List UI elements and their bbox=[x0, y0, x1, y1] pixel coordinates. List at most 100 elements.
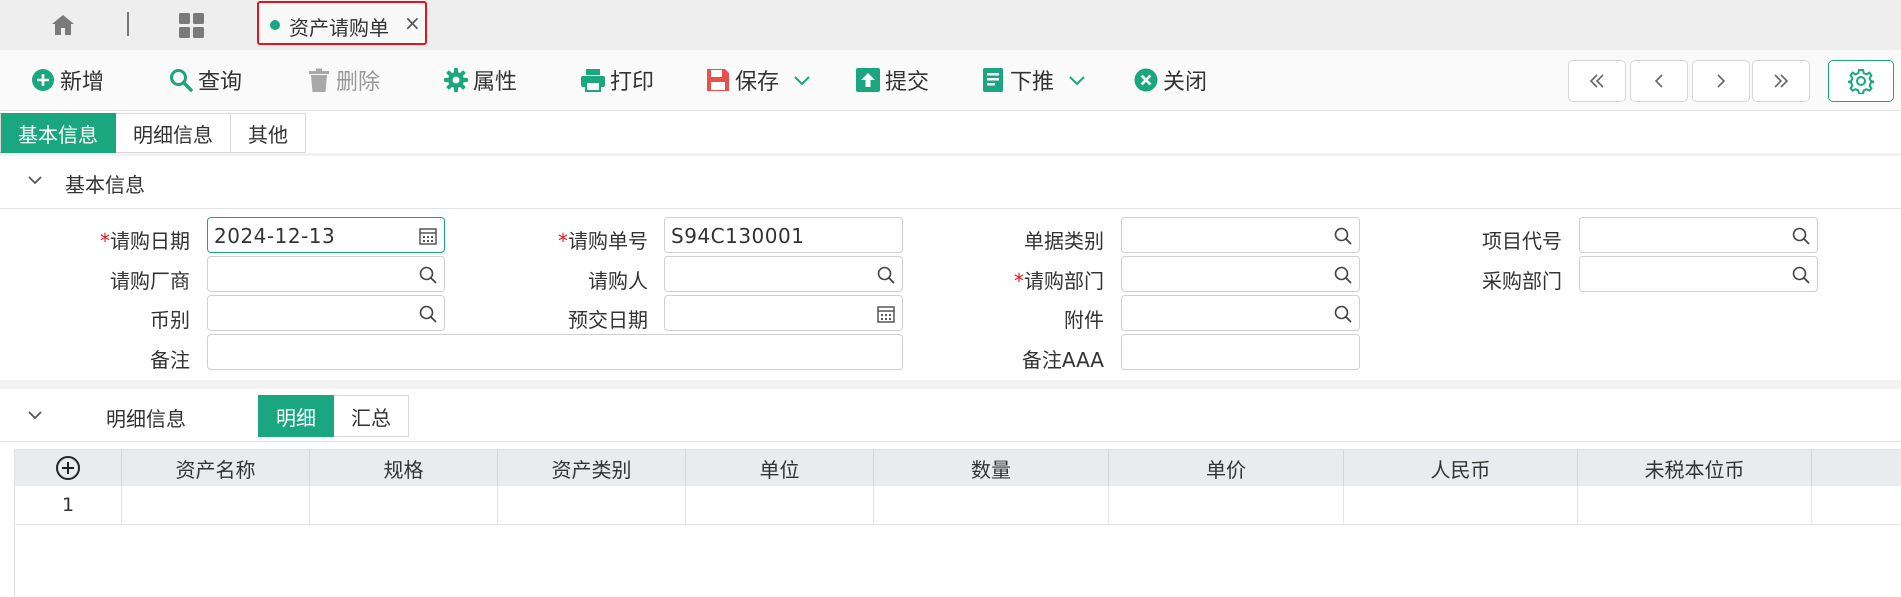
basic-info-divider bbox=[0, 208, 1901, 209]
request-no-value: S94C130001 bbox=[671, 224, 805, 248]
remark-field[interactable] bbox=[207, 334, 903, 370]
search-icon[interactable] bbox=[876, 265, 896, 285]
purchase-dept-label: 采购部门 bbox=[1482, 269, 1562, 293]
close-circle-icon bbox=[1133, 67, 1159, 93]
query-button[interactable]: 查询 bbox=[168, 64, 242, 96]
remark-aaa-field[interactable] bbox=[1121, 334, 1360, 370]
tab-detail[interactable]: 明细 bbox=[258, 395, 334, 437]
detail-sub-tabs: 明细 汇总 bbox=[258, 395, 409, 437]
column-header[interactable]: 人民币 bbox=[1344, 450, 1578, 486]
request-date-field[interactable]: 2024-12-13 bbox=[207, 217, 445, 253]
previous-icon bbox=[1654, 74, 1663, 88]
save-dropdown-chevron-icon[interactable] bbox=[793, 74, 811, 86]
attachment-field[interactable] bbox=[1121, 295, 1360, 331]
tab-close-icon[interactable]: × bbox=[404, 12, 421, 34]
cell-asset-name[interactable] bbox=[122, 486, 310, 524]
top-tab-bar: 资产请购单 × bbox=[0, 0, 1901, 50]
trash-icon bbox=[306, 67, 332, 93]
settings-icon bbox=[1848, 69, 1874, 94]
search-icon[interactable] bbox=[418, 265, 438, 285]
tab-asset-purchase-request[interactable]: 资产请购单 × bbox=[257, 1, 427, 45]
search-icon[interactable] bbox=[1791, 265, 1811, 285]
section-tabs: 基本信息 明细信息 其他 bbox=[0, 113, 306, 153]
apps-grid-icon[interactable] bbox=[178, 12, 206, 40]
purchase-dept-field[interactable] bbox=[1579, 256, 1818, 292]
cell-unit[interactable] bbox=[686, 486, 874, 524]
delete-button[interactable]: 删除 bbox=[306, 64, 380, 96]
home-icon[interactable] bbox=[50, 12, 76, 38]
cell-asset-type[interactable] bbox=[498, 486, 686, 524]
delete-button-label: 删除 bbox=[336, 70, 381, 95]
submit-button-label: 提交 bbox=[885, 70, 930, 95]
requester-field[interactable] bbox=[664, 256, 903, 292]
cell-quantity[interactable] bbox=[874, 486, 1109, 524]
properties-button-label: 属性 bbox=[473, 70, 518, 95]
add-circle-icon bbox=[56, 456, 80, 480]
submit-button[interactable]: 提交 bbox=[855, 64, 929, 96]
column-header[interactable]: 规格 bbox=[310, 450, 498, 486]
printer-icon bbox=[580, 67, 606, 93]
table-row[interactable]: 1 bbox=[15, 486, 1901, 525]
search-icon[interactable] bbox=[1791, 226, 1811, 246]
cell-unit-price[interactable] bbox=[1109, 486, 1344, 524]
column-header[interactable]: 单价 bbox=[1109, 450, 1344, 486]
remark-aaa-label: 备注AAA bbox=[1021, 348, 1104, 372]
basic-info-header[interactable]: 基本信息 bbox=[0, 156, 1901, 208]
add-row-button[interactable] bbox=[15, 450, 122, 486]
detail-grid: 资产名称 规格 资产类别 单位 数量 单价 人民币 未税本位币 伯 1 bbox=[14, 449, 1901, 597]
delivery-date-field[interactable] bbox=[664, 295, 903, 331]
attachment-label: 附件 bbox=[1064, 308, 1104, 332]
close-button[interactable]: 关闭 bbox=[1133, 64, 1207, 96]
previous-record-button[interactable] bbox=[1630, 60, 1688, 102]
column-header[interactable]: 资产类别 bbox=[498, 450, 686, 486]
tab-status-dot bbox=[270, 20, 280, 30]
tab-summary[interactable]: 汇总 bbox=[334, 395, 409, 437]
cell-pretax-base[interactable] bbox=[1578, 486, 1812, 524]
first-record-button[interactable] bbox=[1568, 60, 1626, 102]
vendor-label: 请购厂商 bbox=[110, 269, 190, 293]
request-date-value: 2024-12-13 bbox=[214, 224, 336, 248]
last-record-button[interactable] bbox=[1752, 60, 1810, 102]
search-icon[interactable] bbox=[1333, 265, 1353, 285]
project-code-field[interactable] bbox=[1579, 217, 1818, 253]
column-header[interactable]: 未税本位币 bbox=[1578, 450, 1812, 486]
collapse-chevron-icon[interactable] bbox=[26, 409, 44, 421]
tab-basic-info[interactable]: 基本信息 bbox=[0, 113, 116, 153]
next-icon bbox=[1717, 74, 1726, 88]
calendar-icon[interactable] bbox=[418, 226, 438, 246]
push-down-icon bbox=[980, 67, 1006, 93]
doc-type-field[interactable] bbox=[1121, 217, 1360, 253]
requester-label: 请购人 bbox=[588, 269, 648, 293]
close-button-label: 关闭 bbox=[1163, 70, 1208, 95]
tab-label: 资产请购单 bbox=[289, 16, 389, 40]
request-no-field[interactable]: S94C130001 bbox=[664, 217, 903, 253]
push-down-button[interactable]: 下推 bbox=[980, 64, 1086, 96]
next-record-button[interactable] bbox=[1692, 60, 1750, 102]
cell-spec[interactable] bbox=[310, 486, 498, 524]
save-icon bbox=[705, 67, 731, 93]
cell-rmb[interactable] bbox=[1344, 486, 1578, 524]
push-down-dropdown-chevron-icon[interactable] bbox=[1068, 74, 1086, 86]
column-header[interactable]: 数量 bbox=[874, 450, 1109, 486]
properties-button[interactable]: 属性 bbox=[443, 64, 517, 96]
collapse-chevron-icon[interactable] bbox=[26, 174, 44, 186]
currency-field[interactable] bbox=[207, 295, 445, 331]
tab-other[interactable]: 其他 bbox=[231, 113, 306, 153]
request-dept-field[interactable] bbox=[1121, 256, 1360, 292]
tab-detail-info[interactable]: 明细信息 bbox=[116, 113, 231, 153]
column-header[interactable]: 单位 bbox=[686, 450, 874, 486]
column-header[interactable]: 资产名称 bbox=[122, 450, 310, 486]
detail-info-title: 明细信息 bbox=[106, 407, 186, 431]
settings-button[interactable] bbox=[1828, 60, 1894, 102]
vendor-field[interactable] bbox=[207, 256, 445, 292]
save-button[interactable]: 保存 bbox=[705, 64, 811, 96]
upload-icon bbox=[855, 67, 881, 93]
print-button[interactable]: 打印 bbox=[580, 64, 654, 96]
search-icon[interactable] bbox=[1333, 226, 1353, 246]
column-header[interactable]: 伯 bbox=[1812, 450, 1901, 486]
calendar-icon[interactable] bbox=[876, 304, 896, 324]
search-icon[interactable] bbox=[418, 304, 438, 324]
add-button[interactable]: 新增 bbox=[30, 64, 104, 96]
push-down-button-label: 下推 bbox=[1010, 70, 1055, 95]
search-icon[interactable] bbox=[1333, 304, 1353, 324]
